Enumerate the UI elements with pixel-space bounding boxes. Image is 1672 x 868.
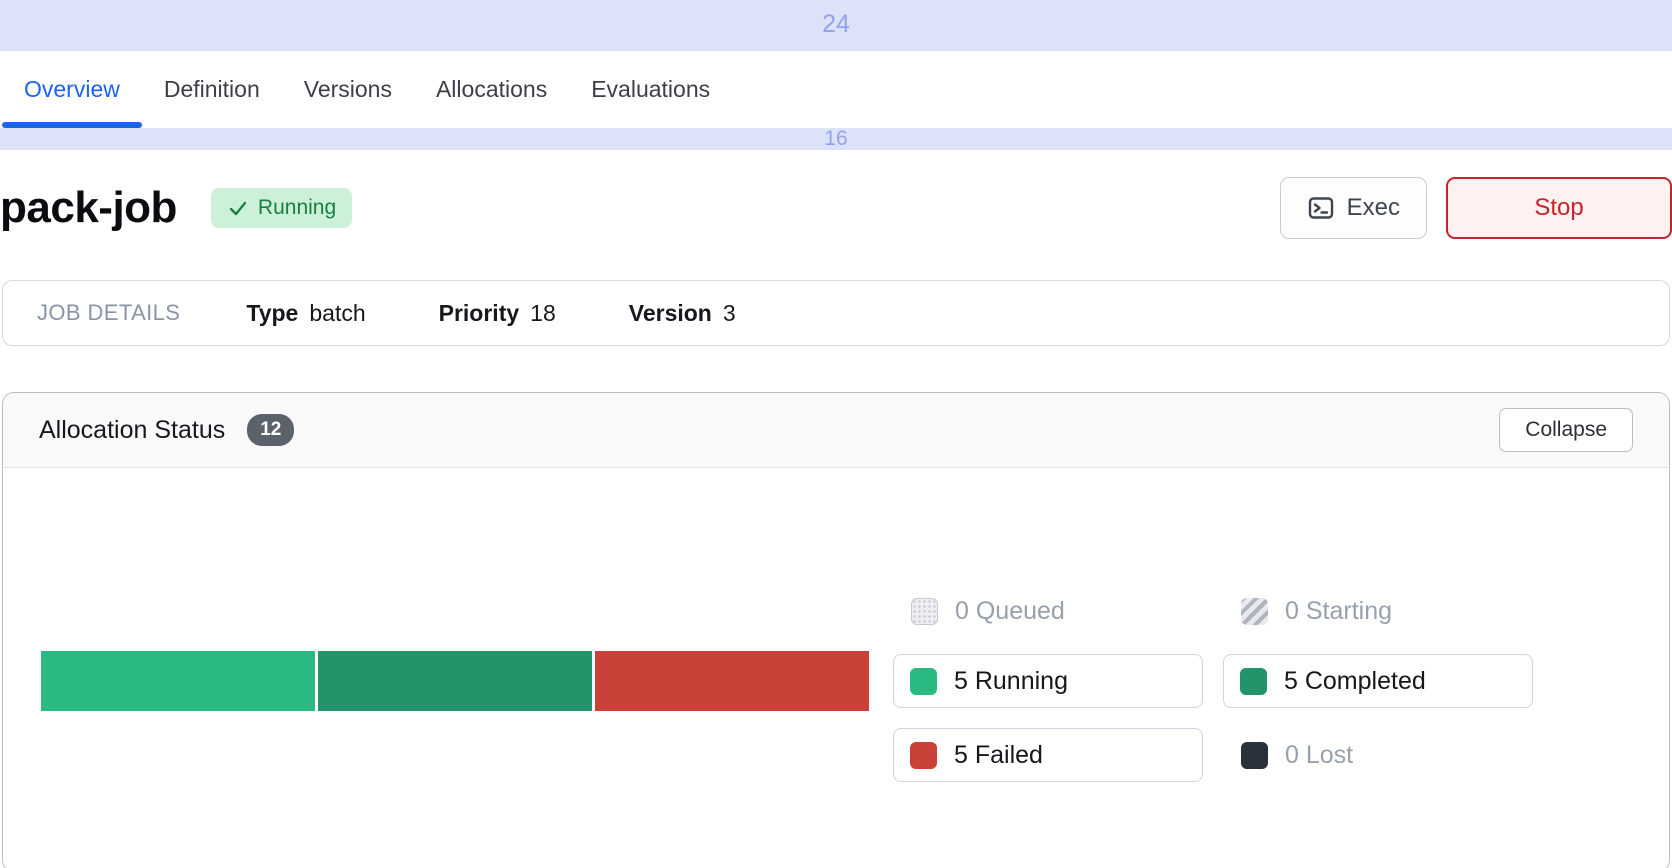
status-badge-label: Running xyxy=(258,196,336,220)
starting-swatch-icon xyxy=(1241,598,1268,625)
tab-allocations[interactable]: Allocations xyxy=(414,51,569,128)
bar-segment-completed[interactable] xyxy=(318,651,592,711)
spacing-annotation-top: 24 xyxy=(0,0,1672,51)
legend-item-label: 5 Running xyxy=(954,667,1068,696)
job-detail-type-value: batch xyxy=(309,300,365,327)
lost-swatch-icon xyxy=(1241,742,1268,769)
exec-button[interactable]: Exec xyxy=(1280,177,1427,239)
allocation-status-body: 0 Queued0 Starting5 Running5 Completed5 … xyxy=(3,468,1669,868)
legend-item-running[interactable]: 5 Running xyxy=(893,654,1203,708)
bar-segment-failed[interactable] xyxy=(595,651,869,711)
job-details-bar: JOB DETAILS Type batch Priority 18 Versi… xyxy=(2,280,1670,346)
completed-swatch-icon xyxy=(1240,668,1267,695)
legend-item-lost: 0 Lost xyxy=(1223,728,1353,782)
legend-item-label: 0 Starting xyxy=(1285,597,1392,626)
tab-overview[interactable]: Overview xyxy=(2,51,142,128)
legend-cell: 0 Queued xyxy=(893,594,1223,628)
job-detail-version-label: Version xyxy=(629,300,712,327)
legend-row: 0 Queued 0 Starting xyxy=(893,594,1553,628)
job-detail-type-label: Type xyxy=(246,300,298,327)
queued-swatch-icon xyxy=(911,598,938,625)
job-detail-priority-label: Priority xyxy=(439,300,520,327)
job-detail-version-value: 3 xyxy=(723,300,736,327)
terminal-icon xyxy=(1307,194,1335,222)
legend-cell: 5 Running xyxy=(893,654,1223,708)
tab-evaluations[interactable]: Evaluations xyxy=(569,51,732,128)
legend-item-completed[interactable]: 5 Completed xyxy=(1223,654,1533,708)
legend-item-queued: 0 Queued xyxy=(893,594,1065,628)
bar-segment-running[interactable] xyxy=(41,651,315,711)
job-details-heading: JOB DETAILS xyxy=(37,300,180,326)
allocation-status-panel: Allocation Status 12 Collapse 0 Queued0 … xyxy=(2,392,1670,868)
job-detail-priority-value: 18 xyxy=(530,300,556,327)
legend-item-label: 5 Completed xyxy=(1284,667,1426,696)
running-swatch-icon xyxy=(910,668,937,695)
check-icon xyxy=(227,197,249,219)
status-badge: Running xyxy=(211,188,352,228)
allocation-stacked-bar xyxy=(41,651,869,711)
legend-cell: 0 Starting xyxy=(1223,594,1553,628)
job-header: pack-job Running Exec Stop xyxy=(0,162,1672,254)
tab-definition[interactable]: Definition xyxy=(142,51,282,128)
legend-item-label: 0 Queued xyxy=(955,597,1065,626)
job-detail-type: Type batch xyxy=(246,300,365,327)
stop-button[interactable]: Stop xyxy=(1446,177,1672,239)
allocation-count-badge: 12 xyxy=(247,414,294,446)
job-detail-version: Version 3 xyxy=(629,300,736,327)
allocation-legend: 0 Queued0 Starting5 Running5 Completed5 … xyxy=(893,594,1553,802)
job-detail-priority: Priority 18 xyxy=(439,300,556,327)
spacing-annotation-mid: 16 xyxy=(0,128,1672,150)
legend-item-failed[interactable]: 5 Failed xyxy=(893,728,1203,782)
allocation-status-title: Allocation Status xyxy=(39,416,225,445)
legend-item-label: 0 Lost xyxy=(1285,741,1353,770)
legend-cell: 5 Failed xyxy=(893,728,1223,782)
exec-button-label: Exec xyxy=(1347,194,1400,222)
legend-row: 5 Running 5 Completed xyxy=(893,654,1553,708)
allocation-status-header: Allocation Status 12 Collapse xyxy=(3,393,1669,468)
legend-cell: 0 Lost xyxy=(1223,728,1553,782)
legend-item-starting: 0 Starting xyxy=(1223,594,1392,628)
legend-row: 5 Failed 0 Lost xyxy=(893,728,1553,782)
failed-swatch-icon xyxy=(910,742,937,769)
tab-versions[interactable]: Versions xyxy=(282,51,414,128)
legend-item-label: 5 Failed xyxy=(954,741,1043,770)
legend-cell: 5 Completed xyxy=(1223,654,1553,708)
header-actions: Exec Stop xyxy=(1280,177,1672,239)
job-tabbar: Overview Definition Versions Allocations… xyxy=(0,51,1672,128)
page-title: pack-job xyxy=(0,183,177,233)
collapse-button[interactable]: Collapse xyxy=(1499,408,1633,452)
